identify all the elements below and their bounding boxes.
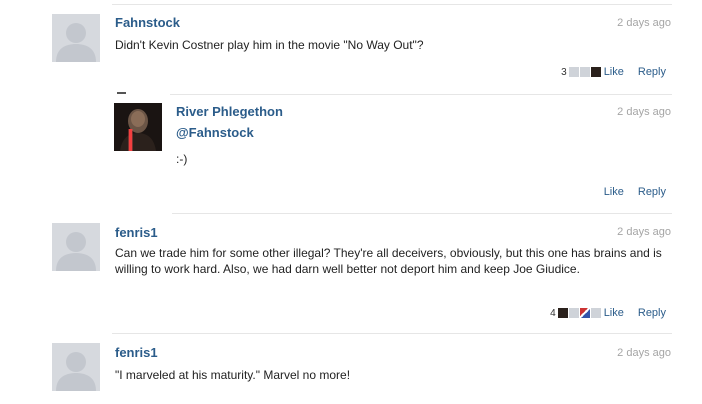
comment-actions: 3 Like Reply [561,65,666,79]
default-avatar-icon[interactable] [52,14,100,62]
comment-timestamp[interactable]: 2 days ago [617,106,671,118]
comment-timestamp[interactable]: 2 days ago [617,347,671,359]
liker-avatar-icon[interactable] [568,67,579,77]
liker-avatar-icon[interactable] [590,308,601,318]
like-count: 4 [550,307,556,319]
liker-avatar-icon[interactable] [568,308,579,318]
like-button[interactable]: Like [604,66,624,78]
default-avatar-icon[interactable] [52,343,100,391]
comment-actions: 4 Like Reply [550,306,666,320]
comment-author[interactable]: fenris1 [115,225,158,240]
comment-timestamp[interactable]: 2 days ago [617,17,671,29]
liker-avatar-icon[interactable] [579,308,590,318]
reply-button[interactable]: Reply [638,66,666,78]
comment-body: :-) [176,152,188,166]
divider [170,94,672,95]
divider [172,213,672,214]
collapse-replies-icon[interactable] [117,92,126,94]
default-avatar-icon[interactable] [52,223,100,271]
like-button[interactable]: Like [604,186,624,198]
divider [112,333,672,334]
comment-author[interactable]: River Phlegethon [176,104,283,119]
comments-thread: Fahnstock 2 days ago Didn't Kevin Costne… [0,0,702,404]
comment-author[interactable]: fenris1 [115,345,158,360]
comment-author[interactable]: Fahnstock [115,15,180,30]
reply-button[interactable]: Reply [638,307,666,319]
user-avatar[interactable] [114,103,162,151]
comment-timestamp[interactable]: 2 days ago [617,226,671,238]
reply-button[interactable]: Reply [638,186,666,198]
liker-avatar-icon[interactable] [557,308,568,318]
liker-avatar-icon[interactable] [590,67,601,77]
divider [112,4,672,5]
like-count: 3 [561,66,567,78]
comment-actions: Like Reply [602,185,666,199]
mention-link[interactable]: @Fahnstock [176,125,254,140]
comment-body: "I marveled at his maturity." Marvel no … [115,368,351,382]
comment-body: Can we trade him for some other illegal?… [115,246,662,276]
liker-avatar-icon[interactable] [579,67,590,77]
comment-body: Didn't Kevin Costner play him in the mov… [115,38,424,52]
like-button[interactable]: Like [604,307,624,319]
